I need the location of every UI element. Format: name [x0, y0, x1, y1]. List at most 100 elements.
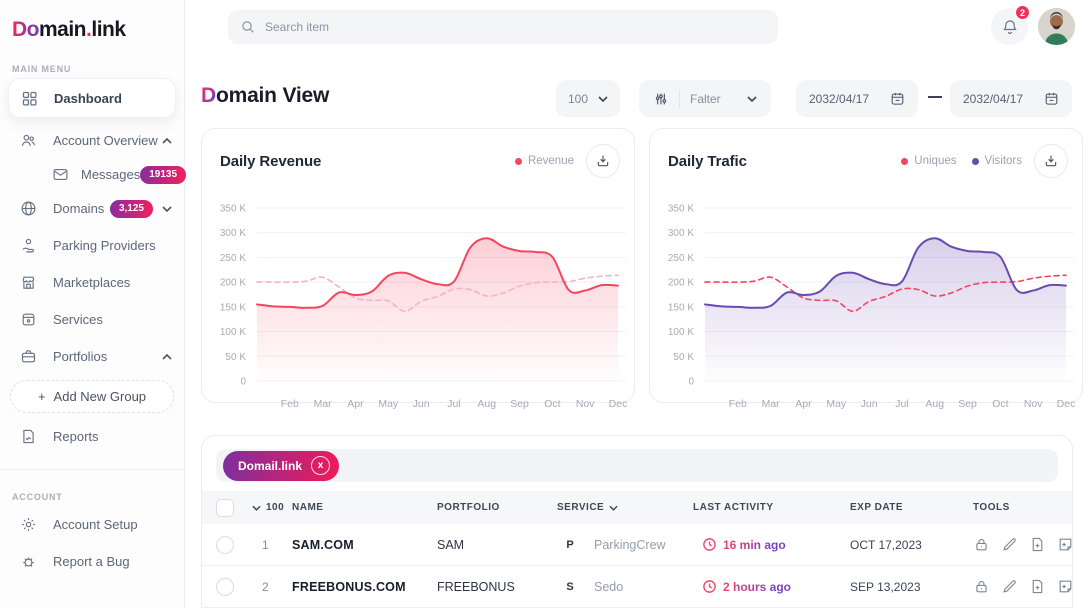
edit-button[interactable] [1001, 536, 1018, 553]
activity-pill: 16 min ago [693, 532, 798, 557]
add-new-group-label: Add New Group [54, 389, 147, 404]
page-size-select[interactable]: 100 [556, 80, 620, 117]
activity-text: 2 hours ago [723, 580, 791, 594]
sidebar-item-messages[interactable]: Messages 19135 [0, 159, 184, 190]
sidebar-item-parking-providers[interactable]: Parking Providers [0, 227, 184, 264]
filter-dropdown[interactable]: Falter [639, 80, 771, 117]
date-from-picker[interactable]: 2032/04/17 [796, 80, 918, 117]
file-plus-icon [1029, 536, 1046, 553]
sidebar-item-label: Marketplaces [53, 275, 130, 290]
app-logo[interactable]: Domain.link [0, 0, 184, 42]
search-bar [228, 10, 778, 44]
duplicate-note-button[interactable] [1057, 578, 1074, 595]
svg-text:300 K: 300 K [668, 228, 694, 239]
dashboard-icon [21, 90, 39, 107]
active-filter-bar: Domail.link x [216, 449, 1058, 482]
user-avatar[interactable] [1038, 8, 1075, 45]
sidebar-item-label: Reports [53, 429, 99, 444]
lock-icon [973, 578, 990, 595]
svg-text:Feb: Feb [281, 398, 299, 410]
sidebar-item-account-overview[interactable]: Account Overview [0, 122, 184, 159]
search-icon [240, 19, 256, 35]
chevron-up-icon [162, 138, 172, 144]
sidebar-item-label: Parking Providers [53, 238, 156, 253]
clock-icon [702, 579, 717, 594]
file-copy-icon [1057, 578, 1074, 595]
domains-table-card: Domail.link x 100 NAME PORTFOLIO SERVICE… [201, 435, 1073, 608]
search-input[interactable] [265, 20, 766, 34]
sidebar-item-marketplaces[interactable]: Marketplaces [0, 264, 184, 301]
notifications-button[interactable]: 2 [991, 8, 1028, 45]
calendar-icon [1044, 91, 1059, 106]
date-to-picker[interactable]: 2032/04/17 [950, 80, 1072, 117]
sidebar-item-account-setup[interactable]: Account Setup [0, 506, 184, 543]
legend-dot [515, 158, 522, 165]
sidebar-item-label: Domains [53, 201, 104, 216]
exp-date: OCT 17,2023 [850, 538, 973, 552]
portfolio-name: FREEBONUS [437, 580, 557, 594]
storefront-icon [20, 274, 38, 291]
svg-text:Jul: Jul [447, 398, 460, 410]
add-new-group-button[interactable]: + Add New Group [10, 380, 174, 413]
plus-icon: + [38, 389, 46, 404]
svg-text:Jun: Jun [413, 398, 430, 410]
sidebar-item-reports[interactable]: Reports [0, 418, 184, 455]
svg-text:150 K: 150 K [668, 302, 694, 313]
sidebar-item-services[interactable]: Services [0, 301, 184, 338]
page-title: Domain View [201, 84, 329, 108]
tools-cell [973, 578, 1074, 595]
chevron-down-icon [747, 96, 757, 102]
add-note-button[interactable] [1029, 578, 1046, 595]
svg-text:Oct: Oct [992, 398, 1008, 410]
svg-text:100 K: 100 K [220, 327, 246, 338]
daily-revenue-card: Daily Revenue Revenue 350 K300 K250 K200… [201, 128, 635, 403]
chevron-down-icon [162, 206, 172, 212]
chevron-down-icon [252, 505, 261, 511]
sidebar-item-domains[interactable]: Domains 3,125 [0, 190, 184, 227]
svg-text:100 K: 100 K [668, 327, 694, 338]
svg-text:200 K: 200 K [668, 278, 694, 289]
table-header-row: 100 NAME PORTFOLIO SERVICE LAST ACTIVITY… [202, 491, 1072, 524]
svg-text:Sep: Sep [958, 398, 977, 410]
sidebar-item-report-a-bug[interactable]: Report a Bug [0, 543, 184, 580]
svg-text:Dec: Dec [1057, 398, 1076, 410]
exp-date: SEP 13,2023 [850, 580, 973, 594]
svg-text:50 K: 50 K [673, 352, 694, 363]
bell-icon [1001, 18, 1019, 36]
svg-text:Nov: Nov [1024, 398, 1043, 410]
notification-count-badge: 2 [1014, 4, 1031, 21]
download-button[interactable] [1034, 144, 1068, 178]
sidebar-item-dashboard[interactable]: Dashboard [8, 78, 176, 118]
svg-text:150 K: 150 K [220, 302, 246, 313]
download-button[interactable] [586, 144, 620, 178]
column-count-sort[interactable]: 100 [252, 502, 292, 513]
service-initial-badge: S [557, 574, 583, 600]
mail-icon [52, 166, 69, 183]
pencil-icon [1001, 536, 1018, 553]
box-icon [20, 311, 38, 328]
lock-button[interactable] [973, 578, 990, 595]
last-activity-cell: 16 min ago [693, 532, 850, 557]
row-checkbox[interactable] [216, 536, 234, 554]
activity-pill: 2 hours ago [693, 574, 803, 599]
select-all-checkbox[interactable] [216, 499, 234, 517]
sidebar-item-label: Account Setup [53, 517, 138, 532]
filter-tag-domail-link[interactable]: Domail.link x [223, 451, 339, 481]
sidebar-item-label: Dashboard [54, 91, 122, 106]
briefcase-icon [20, 348, 38, 365]
sidebar-divider [0, 469, 184, 470]
svg-text:Jun: Jun [861, 398, 878, 410]
globe-icon [20, 200, 38, 217]
row-checkbox[interactable] [216, 578, 234, 596]
svg-text:Aug: Aug [925, 398, 944, 410]
lock-button[interactable] [973, 536, 990, 553]
svg-text:Mar: Mar [762, 398, 781, 410]
filter-label: Falter [690, 92, 721, 106]
remove-filter-button[interactable]: x [311, 456, 330, 475]
edit-button[interactable] [1001, 578, 1018, 595]
sidebar-item-portfolios[interactable]: Portfolios [0, 338, 184, 375]
add-note-button[interactable] [1029, 536, 1046, 553]
table-row: 2 FREEBONUS.COM FREEBONUS S Sedo 2 hours… [202, 566, 1072, 608]
duplicate-note-button[interactable] [1057, 536, 1074, 553]
column-service-sort[interactable]: SERVICE [557, 502, 693, 513]
